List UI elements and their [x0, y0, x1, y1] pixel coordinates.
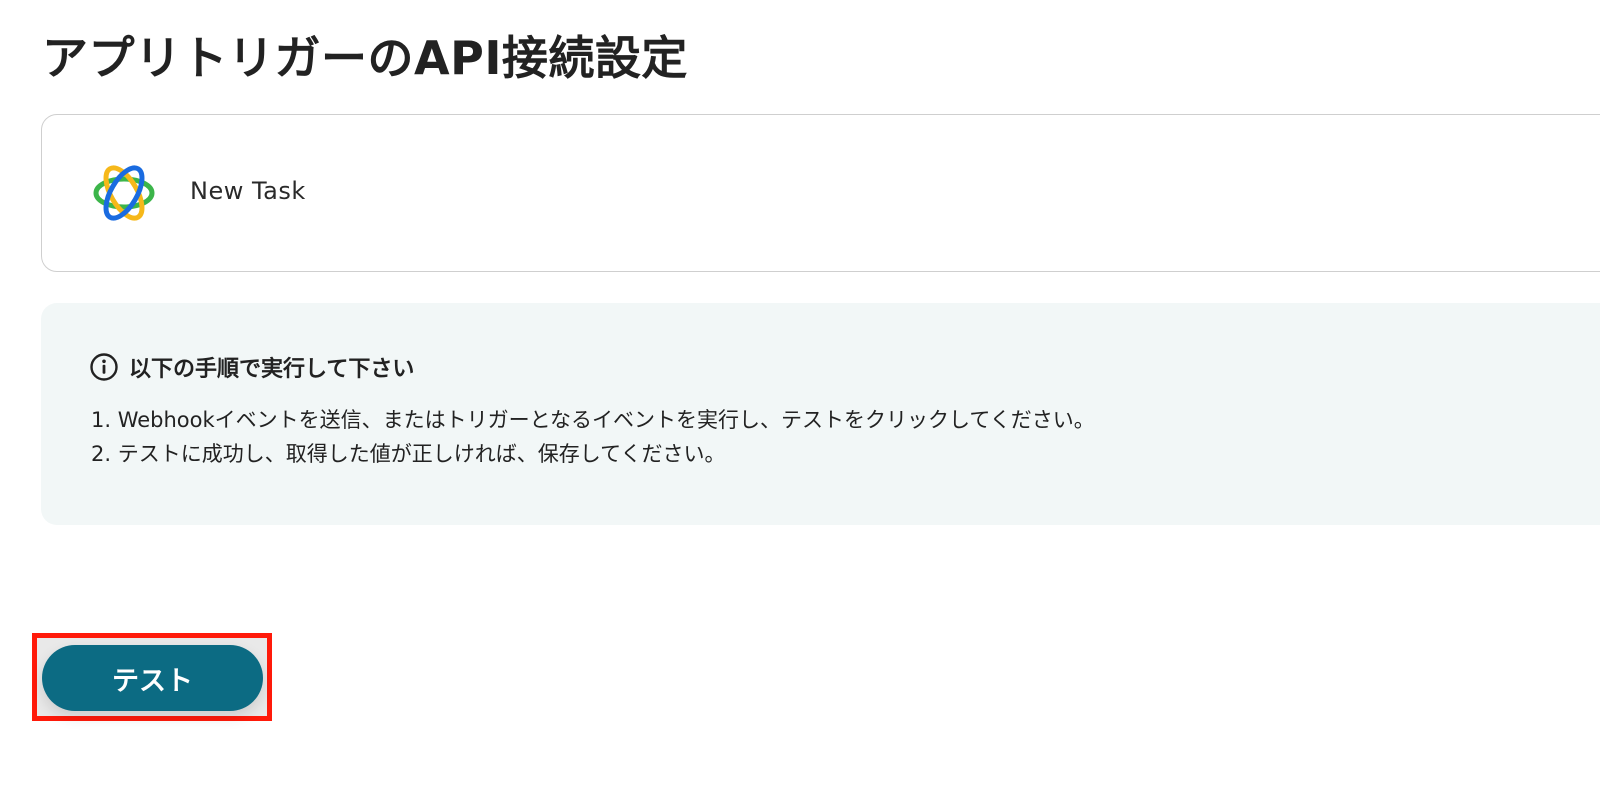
instructions-steps: 1. Webhookイベントを送信、またはトリガーとなるイベントを実行し、テスト… — [91, 403, 1095, 471]
api-connection-settings-page: アプリトリガーのAPI接続設定 New Task 以下の手順で実行して下さい 1… — [0, 0, 1600, 790]
info-icon — [90, 353, 118, 381]
instructions-title: 以下の手順で実行して下さい — [129, 357, 415, 382]
test-button[interactable]: テスト — [42, 645, 263, 711]
app-logo-icon — [93, 165, 155, 221]
instruction-step-1: 1. Webhookイベントを送信、またはトリガーとなるイベントを実行し、テスト… — [91, 408, 1095, 432]
page-title: アプリトリガーのAPI接続設定 — [42, 31, 688, 85]
app-trigger-name: New Task — [190, 177, 306, 205]
instruction-step-2: 2. テストに成功し、取得した値が正しければ、保存してください。 — [91, 442, 726, 466]
instructions-box: 以下の手順で実行して下さい 1. Webhookイベントを送信、またはトリガーと… — [41, 303, 1600, 525]
instructions-header: 以下の手順で実行して下さい — [89, 351, 414, 383]
app-trigger-card: New Task — [41, 114, 1600, 272]
